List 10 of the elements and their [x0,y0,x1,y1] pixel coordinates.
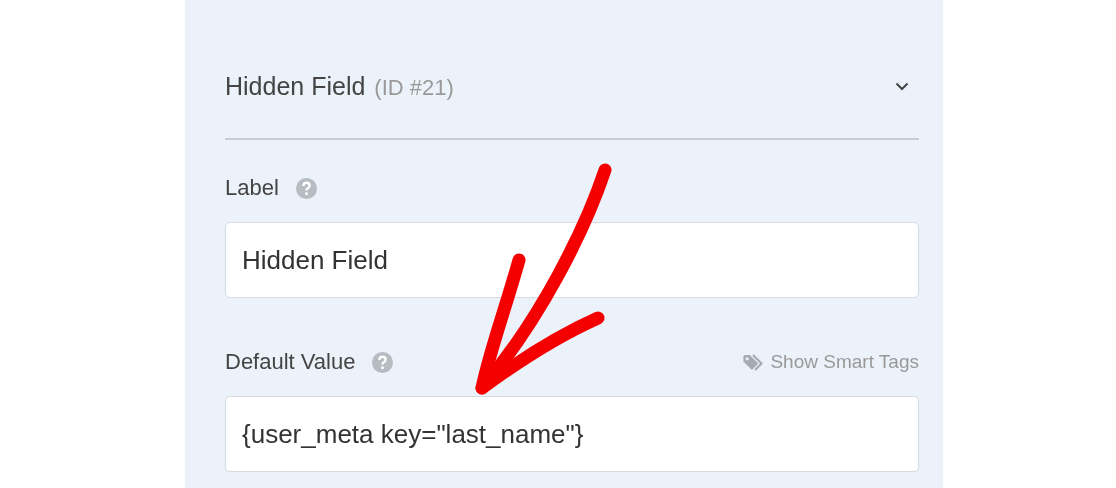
text-input[interactable]: Hidden Field [225,222,919,298]
tag-icon [742,353,765,371]
field-id: (ID #21) [374,74,454,101]
text-input[interactable]: {user_meta key="last_name"} [225,396,919,472]
field-label: Default Value [225,349,356,375]
help-icon[interactable] [295,177,317,199]
field-label: Label [225,175,279,201]
field-title: Hidden Field [225,71,366,101]
chevron-icon[interactable] [895,81,909,91]
help-icon[interactable] [372,351,394,373]
